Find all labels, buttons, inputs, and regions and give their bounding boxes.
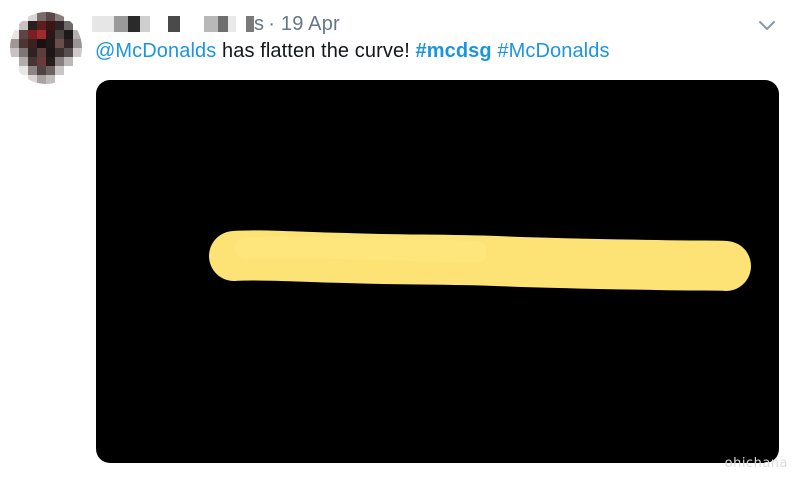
timestamp-separator: · [268,12,275,35]
chevron-down-icon[interactable] [756,14,778,36]
flat-curve-drawing [209,230,751,291]
avatar-pixels [10,12,82,84]
watermark-text: ohichana [724,456,788,471]
hashtag-link-mcdonalds[interactable]: #McDonalds [497,40,609,62]
author-name-redacted[interactable] [92,10,254,38]
author-name-suffix[interactable]: s [254,13,264,36]
hashtag-link-mcdsg[interactable]: #mcdsg [416,40,492,62]
tweet-media-image[interactable] [96,80,779,463]
mention-link[interactable]: @McDonalds [95,40,216,62]
avatar[interactable] [10,12,82,84]
tweet-text: @McDonalds has flatten the curve! #mcdsg… [95,40,610,63]
tweet-timestamp[interactable]: 19 Apr [281,13,340,36]
tweet-body-text: has flatten the curve! [216,40,416,62]
tweet-header: s · 19 Apr [92,10,340,38]
